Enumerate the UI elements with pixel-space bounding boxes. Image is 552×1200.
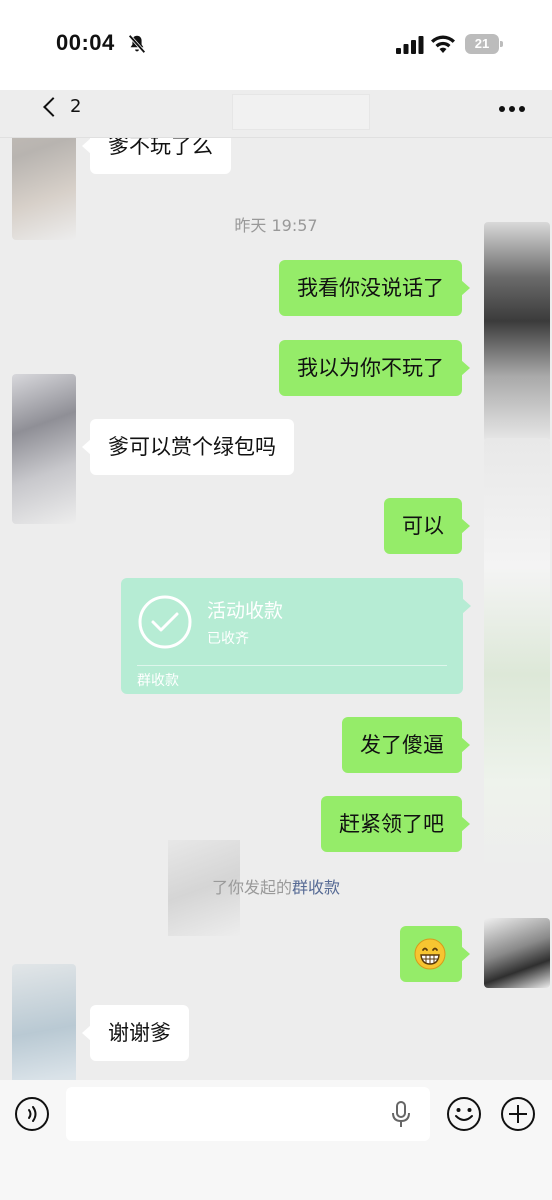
message-bubble-sent[interactable]: 可以 xyxy=(384,498,470,554)
payment-divider xyxy=(137,665,447,666)
message-list[interactable]: 爹不玩了么 昨天 19:57 我看你没说话了 我以为你不玩了 爹可以赏个绿包吗 … xyxy=(0,138,552,1080)
status-time: 00:04 xyxy=(56,30,115,55)
back-button[interactable]: 2 xyxy=(70,96,81,117)
message-bubble-sent[interactable]: 赶紧领了吧 xyxy=(321,796,470,852)
message-input[interactable] xyxy=(66,1087,430,1141)
input-bar xyxy=(0,1080,552,1200)
avatar-other[interactable] xyxy=(12,964,76,1080)
avatar-self[interactable] xyxy=(484,222,550,442)
message-bubble-received[interactable]: 谢谢爹 xyxy=(82,1005,189,1061)
message-bubble-sent[interactable]: 我以为你不玩了 xyxy=(279,340,470,396)
emoji-icon[interactable] xyxy=(446,1096,482,1132)
battery-icon: 21 xyxy=(465,34,503,54)
message-timestamp: 昨天 19:57 xyxy=(234,216,318,235)
check-circle-icon xyxy=(138,595,192,649)
plus-icon[interactable] xyxy=(500,1096,536,1132)
group-payment-link[interactable]: 群收款 xyxy=(292,878,340,897)
message-bubble-received[interactable]: 爹不玩了么 xyxy=(82,138,231,174)
system-message: 了你发起的群收款 xyxy=(0,874,552,898)
grinning-face-emoji xyxy=(414,938,446,970)
microphone-icon[interactable] xyxy=(388,1100,414,1130)
bell-slash-icon xyxy=(128,34,146,54)
avatar-other[interactable] xyxy=(12,374,76,524)
battery-level: 21 xyxy=(465,34,499,54)
group-payment-card[interactable]: 活动收款 已收齐 群收款 xyxy=(121,578,471,694)
chat-header: 2 xyxy=(0,90,552,138)
message-bubble-received[interactable]: 爹可以赏个绿包吗 xyxy=(82,419,294,475)
message-bubble-sent[interactable]: 发了傻逼 xyxy=(342,717,470,773)
payment-status: 已收齐 xyxy=(207,631,249,647)
wifi-icon xyxy=(431,35,455,53)
cellular-signal-icon xyxy=(396,36,424,54)
ellipsis-icon[interactable] xyxy=(498,98,526,120)
payment-title: 活动收款 xyxy=(207,600,284,622)
message-bubble-sent[interactable]: 我看你没说话了 xyxy=(279,260,470,316)
status-bar: 00:04 21 xyxy=(0,0,552,90)
system-message-text: 了你发起的 xyxy=(211,878,292,897)
payment-footer: 群收款 xyxy=(137,673,179,689)
avatar-self[interactable] xyxy=(484,438,550,868)
avatar-self[interactable] xyxy=(484,918,550,988)
chat-title-redacted xyxy=(232,94,370,130)
voice-icon[interactable] xyxy=(14,1096,50,1132)
